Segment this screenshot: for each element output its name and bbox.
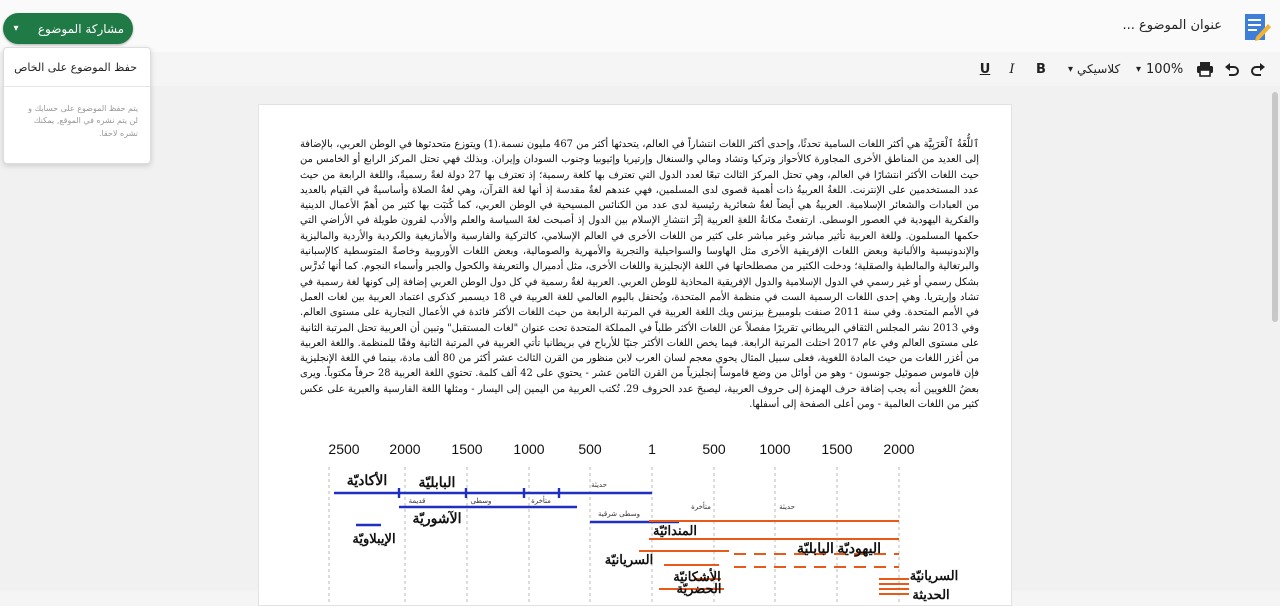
share-menu: حفظ الموضوع على الخاص يتم حفظ الموضوع عل…	[3, 47, 151, 164]
language-label: الحضريّة	[677, 581, 722, 597]
bold-button[interactable]: B	[1032, 60, 1050, 78]
language-label: السريانيّة	[910, 568, 958, 584]
style-select[interactable]: ▾ كلاسيكي	[1068, 60, 1120, 78]
zoom-select[interactable]: ▾ 100%	[1136, 60, 1183, 78]
document-edit-icon	[1245, 14, 1271, 41]
menu-divider	[4, 86, 150, 87]
language-label: المندائيّة	[653, 523, 697, 538]
year-tick: 1500	[821, 441, 852, 457]
period-label: حديثة	[591, 481, 607, 489]
language-label: الحديثة	[912, 587, 949, 602]
period-label: وسطى	[471, 497, 492, 505]
print-icon[interactable]	[1196, 60, 1214, 78]
language-label: اليهوديّة البابليّة	[797, 541, 881, 557]
languages-timeline-figure: 2500 2000 1500 1000 500 1 500 1000 1500 …	[328, 441, 958, 605]
language-label: الآشوريّة	[413, 510, 462, 527]
underline-button[interactable]: U	[976, 60, 994, 78]
chevron-down-icon: ▾	[1068, 63, 1074, 75]
year-tick: 2000	[883, 441, 914, 457]
period-label: متأخرة	[691, 501, 711, 511]
year-tick: 1000	[513, 441, 544, 457]
italic-button[interactable]: I	[1004, 60, 1020, 78]
blue-timeline-bars	[334, 488, 679, 527]
save-private-note: يتم حفظ الموضوع على حسابك و لن يتم نشره …	[28, 104, 138, 138]
share-topic-button[interactable]: ▾ مشاركة الموضوع	[3, 13, 133, 44]
language-label: السريانيّة	[605, 552, 653, 568]
chevron-down-icon[interactable]: ▾	[3, 23, 29, 34]
year-tick: 2000	[389, 441, 420, 457]
zoom-value: 100%	[1146, 61, 1184, 77]
period-label: متأخرة	[531, 495, 551, 505]
language-label: الأكاديّة	[347, 471, 387, 489]
style-select-value: كلاسيكي	[1077, 62, 1121, 76]
top-bar: ▾ مشاركة الموضوع عنوان الموضوع ...	[0, 0, 1280, 52]
document-paragraph[interactable]: ٱللُّغَةُ ٱلْعَرَبِيَّة هي أكثر اللغات ا…	[300, 137, 979, 412]
year-tick: 500	[578, 441, 602, 457]
document-title[interactable]: عنوان الموضوع ...	[1122, 18, 1222, 33]
year-tick: 1000	[759, 441, 790, 457]
share-topic-label[interactable]: مشاركة الموضوع	[29, 22, 133, 36]
year-tick: 2500	[328, 441, 359, 457]
redo-icon[interactable]	[1250, 60, 1266, 78]
year-tick: 1	[648, 441, 656, 457]
period-label: قديمة	[409, 497, 426, 505]
vertical-scrollbar[interactable]	[1272, 92, 1278, 322]
year-tick: 500	[702, 441, 726, 457]
chevron-down-icon: ▾	[1136, 63, 1142, 75]
year-tick: 1500	[451, 441, 482, 457]
undo-icon[interactable]	[1224, 60, 1240, 78]
period-label: حديثة	[779, 503, 795, 511]
timeline-gridlines	[328, 467, 900, 605]
language-label: البابليّة	[419, 475, 456, 491]
language-label: الإيبلاويّة	[352, 531, 395, 547]
period-label: وسطى شرقية	[598, 510, 640, 518]
document-page[interactable]: ٱللُّغَةُ ٱلْعَرَبِيَّة هي أكثر اللغات ا…	[258, 104, 1012, 606]
save-private-option[interactable]: حفظ الموضوع على الخاص	[14, 61, 137, 74]
